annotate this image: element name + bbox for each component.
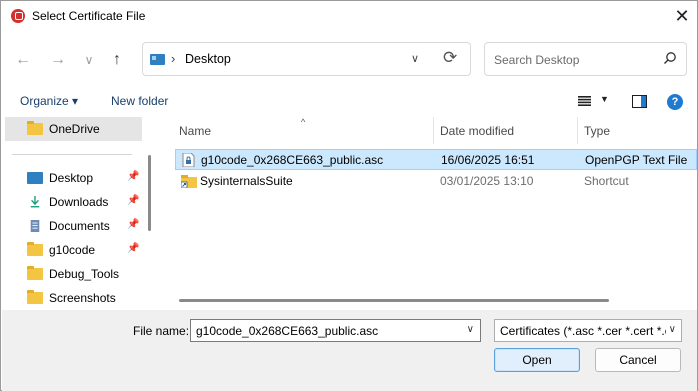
sidebar-item-g10code[interactable]: g10code 📌 bbox=[5, 238, 142, 262]
file-name-dropdown-icon[interactable]: ∨ bbox=[467, 324, 474, 335]
horizontal-scrollbar[interactable] bbox=[179, 299, 609, 302]
up-arrow-icon[interactable]: ↑ bbox=[106, 50, 128, 70]
folder-icon bbox=[27, 242, 43, 256]
view-dropdown-icon[interactable]: ▼ bbox=[600, 94, 609, 104]
file-type-filter-select[interactable]: Certificates (*.asc *.cer *.cert *.crt *… bbox=[494, 319, 682, 342]
dialog-title: Select Certificate File bbox=[32, 9, 146, 23]
file-date: 03/01/2025 13:10 bbox=[440, 174, 534, 188]
file-name-value[interactable]: g10code_0x268CE663_public.asc bbox=[196, 324, 378, 338]
pin-icon: 📌 bbox=[127, 219, 140, 230]
file-name-label: File name: bbox=[133, 324, 190, 338]
file-name: g10code_0x268CE663_public.asc bbox=[201, 153, 384, 167]
back-arrow-icon[interactable]: ← bbox=[12, 50, 34, 70]
file-date: 16/06/2025 16:51 bbox=[441, 153, 535, 167]
forward-arrow-icon[interactable]: → bbox=[47, 50, 69, 70]
file-type-filter-value: Certificates (*.asc *.cer *.cert *.crt *… bbox=[500, 324, 666, 338]
title-bar: Select Certificate File ✕ bbox=[1, 1, 697, 32]
sidebar-item-documents[interactable]: Documents 📌 bbox=[5, 214, 142, 238]
file-name-field[interactable]: g10code_0x268CE663_public.asc ∨ bbox=[190, 319, 481, 342]
address-dropdown-icon[interactable]: ∨ bbox=[411, 52, 419, 65]
folder-icon bbox=[27, 266, 43, 280]
search-input[interactable]: Search Desktop bbox=[494, 53, 579, 67]
help-icon[interactable]: ? bbox=[667, 94, 683, 110]
column-header-type[interactable]: Type bbox=[584, 117, 694, 144]
file-name: SysinternalsSuite bbox=[200, 174, 293, 188]
desktop-icon bbox=[150, 54, 165, 65]
column-header-date-modified[interactable]: Date modified bbox=[440, 117, 576, 144]
column-header-name[interactable]: Name bbox=[179, 117, 433, 144]
sidebar-item-label: g10code bbox=[49, 243, 96, 257]
sidebar-item-screenshots[interactable]: Screenshots bbox=[5, 286, 142, 310]
documents-icon bbox=[30, 220, 40, 232]
file-list: ^ Name Date modified Type g10code_0x268C… bbox=[161, 117, 697, 310]
sidebar-item-label: Desktop bbox=[49, 171, 94, 185]
cancel-button[interactable]: Cancel bbox=[595, 348, 681, 372]
desktop-icon bbox=[27, 172, 43, 184]
filter-dropdown-icon[interactable]: ∨ bbox=[669, 324, 676, 335]
folder-icon bbox=[27, 290, 43, 304]
sidebar-item-downloads[interactable]: Downloads 📌 bbox=[5, 190, 142, 214]
pin-icon: 📌 bbox=[127, 195, 140, 206]
folder-shortcut-icon bbox=[181, 175, 197, 188]
sidebar-item-desktop[interactable]: Desktop 📌 bbox=[5, 166, 142, 190]
column-divider[interactable] bbox=[577, 117, 578, 144]
refresh-icon[interactable]: ⟳ bbox=[443, 48, 457, 68]
download-icon bbox=[30, 196, 40, 208]
open-button[interactable]: Open bbox=[494, 348, 580, 372]
command-bar: Organize ▾ New folder ▼ ? bbox=[1, 87, 697, 117]
file-row[interactable]: g10code_0x268CE663_public.asc 16/06/2025… bbox=[175, 149, 697, 170]
sidebar-item-label: OneDrive bbox=[49, 122, 100, 136]
recent-locations-chevron-icon[interactable]: ∨ bbox=[78, 50, 100, 70]
new-folder-button[interactable]: New folder bbox=[111, 94, 168, 108]
sidebar-divider bbox=[12, 154, 132, 155]
sidebar-scrollbar[interactable] bbox=[148, 155, 151, 231]
navigation-bar: ← → ∨ ↑ › Desktop ∨ ⟳ Search Desktop bbox=[1, 32, 697, 87]
sidebar-item-label: Documents bbox=[49, 219, 110, 233]
file-type: Shortcut bbox=[584, 174, 629, 188]
search-box[interactable]: Search Desktop bbox=[484, 42, 687, 76]
pin-icon: 📌 bbox=[127, 243, 140, 254]
navigation-pane: OneDrive Desktop 📌 Downloads 📌 Documents… bbox=[2, 117, 158, 310]
file-type: OpenPGP Text File bbox=[585, 153, 688, 167]
file-row[interactable]: SysinternalsSuite 03/01/2025 13:10 Short… bbox=[175, 171, 697, 192]
address-bar[interactable]: › Desktop ∨ ⟳ bbox=[142, 42, 471, 76]
search-icon[interactable] bbox=[663, 51, 677, 65]
app-icon bbox=[11, 9, 25, 23]
preview-pane-icon[interactable] bbox=[632, 95, 647, 108]
folder-icon bbox=[27, 121, 43, 135]
file-dialog: Select Certificate File ✕ ← → ∨ ↑ › Desk… bbox=[0, 0, 698, 391]
sidebar-item-label: Screenshots bbox=[49, 291, 116, 305]
close-button[interactable]: ✕ bbox=[667, 1, 697, 32]
pin-icon: 📌 bbox=[127, 171, 140, 182]
breadcrumb-separator-icon: › bbox=[171, 51, 176, 66]
sidebar-item-onedrive[interactable]: OneDrive bbox=[5, 117, 142, 141]
sidebar-item-debug-tools[interactable]: Debug_Tools bbox=[5, 262, 142, 286]
sidebar-item-label: Downloads bbox=[49, 195, 109, 209]
view-list-icon[interactable] bbox=[578, 96, 591, 106]
file-name-panel: File name: g10code_0x268CE663_public.asc… bbox=[2, 310, 697, 391]
sidebar-item-label: Debug_Tools bbox=[49, 267, 120, 281]
column-divider[interactable] bbox=[433, 117, 434, 144]
lock-file-icon bbox=[182, 153, 195, 167]
breadcrumb-desktop[interactable]: Desktop bbox=[185, 52, 231, 66]
organize-button[interactable]: Organize ▾ bbox=[20, 94, 78, 108]
